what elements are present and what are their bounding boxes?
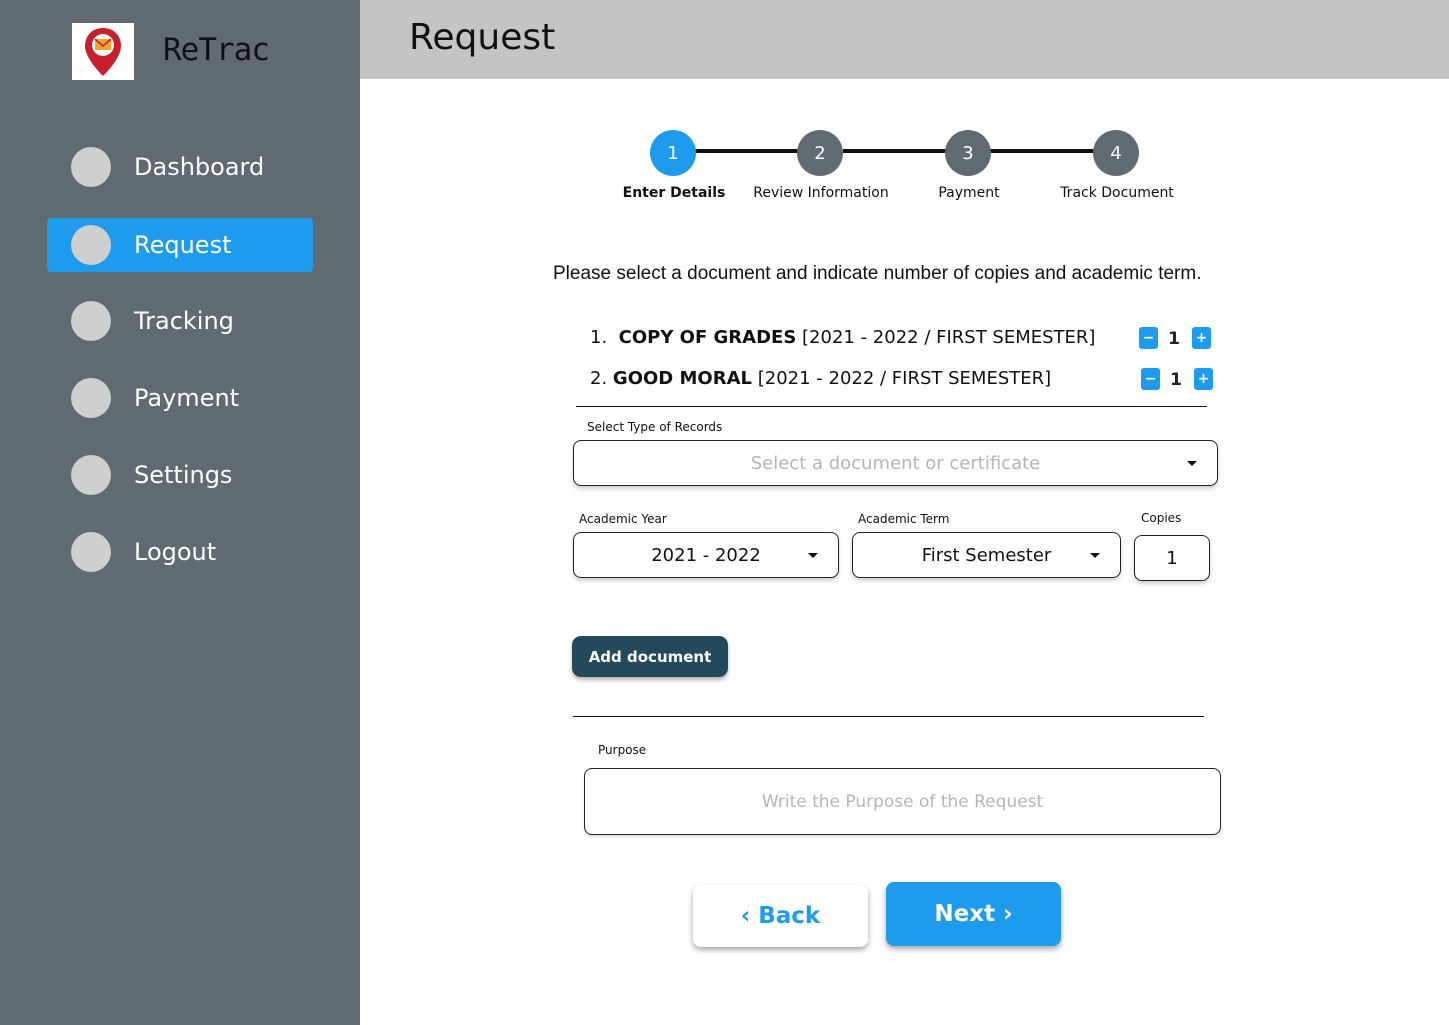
sidebar-item-label: Settings	[134, 461, 233, 489]
sidebar-item-payment[interactable]: Payment	[47, 371, 313, 425]
document-name: GOOD MORAL	[612, 368, 752, 389]
document-index: 1.	[590, 327, 608, 348]
chevron-down-icon	[1187, 461, 1197, 466]
purpose-input[interactable]: Write the Purpose of the Request	[584, 768, 1221, 835]
document-index: 2.	[590, 368, 608, 389]
academic-year-label: Academic Year	[579, 512, 667, 526]
step-1-label: Enter Details	[622, 185, 726, 201]
copies-input[interactable]: 1	[1134, 535, 1210, 581]
back-button[interactable]: ‹ Back	[693, 885, 868, 947]
sidebar: ReTrac Dashboard Request Tracking Paymen…	[0, 0, 360, 1025]
sidebar-item-label: Payment	[134, 384, 240, 412]
app-logo	[72, 23, 134, 80]
academic-year-select[interactable]: 2021 - 2022	[573, 532, 839, 578]
copies-count: 1	[1170, 370, 1182, 390]
step-3-indicator[interactable]: 3	[945, 130, 991, 176]
sidebar-item-label: Request	[134, 231, 232, 259]
step-4-label: Track Document	[1060, 185, 1174, 201]
chevron-down-icon	[808, 553, 818, 558]
instruction-text: Please select a document and indicate nu…	[553, 263, 1202, 284]
next-button[interactable]: Next ›	[886, 882, 1061, 946]
logout-icon	[71, 532, 111, 572]
copies-count: 1	[1168, 329, 1180, 349]
record-type-placeholder: Select a document or certificate	[750, 452, 1041, 474]
sidebar-item-request[interactable]: Request	[47, 218, 313, 272]
map-pin-mail-icon	[85, 27, 121, 76]
header-bar: Request	[360, 0, 1449, 79]
chevron-down-icon	[1090, 553, 1100, 558]
divider	[576, 406, 1207, 407]
stepper-connector	[843, 149, 948, 153]
document-name: COPY OF GRADES	[618, 327, 797, 348]
increment-button[interactable]: +	[1192, 327, 1211, 349]
step-2-indicator[interactable]: 2	[797, 130, 843, 176]
settings-icon	[71, 455, 111, 495]
sidebar-item-label: Dashboard	[134, 153, 265, 181]
purpose-label: Purpose	[598, 743, 647, 757]
stepper-connector	[990, 149, 1096, 153]
divider	[573, 716, 1204, 717]
payment-icon	[71, 378, 111, 418]
document-term: [2021 - 2022 / FIRST SEMESTER]	[802, 327, 1096, 348]
sidebar-item-logout[interactable]: Logout	[47, 525, 313, 579]
tracking-icon	[71, 301, 111, 341]
record-type-select[interactable]: Select a document or certificate	[573, 440, 1218, 486]
sidebar-item-settings[interactable]: Settings	[47, 448, 313, 502]
academic-year-value: 2021 - 2022	[651, 544, 761, 566]
decrement-button[interactable]: −	[1139, 327, 1158, 349]
sidebar-item-label: Tracking	[134, 307, 234, 335]
step-1-indicator[interactable]: 1	[650, 130, 696, 176]
copies-label: Copies	[1141, 511, 1182, 525]
request-icon	[71, 225, 111, 265]
stepper-connector	[695, 149, 800, 153]
add-document-button[interactable]: Add document	[572, 636, 728, 677]
academic-term-value: First Semester	[921, 544, 1052, 566]
document-term: [2021 - 2022 / FIRST SEMESTER]	[757, 368, 1052, 389]
decrement-button[interactable]: −	[1141, 368, 1160, 390]
record-type-label: Select Type of Records	[587, 420, 723, 434]
sidebar-item-dashboard[interactable]: Dashboard	[47, 140, 313, 194]
step-4-indicator[interactable]: 4	[1093, 130, 1139, 176]
sidebar-item-tracking[interactable]: Tracking	[47, 294, 313, 348]
step-2-label: Review Information	[753, 185, 889, 201]
copies-value: 1	[1166, 547, 1178, 569]
academic-term-select[interactable]: First Semester	[852, 532, 1121, 578]
academic-term-label: Academic Term	[858, 512, 950, 526]
list-item: 1. COPY OF GRADES [2021 - 2022 / FIRST S…	[590, 327, 1095, 348]
step-3-label: Payment	[938, 185, 1000, 201]
dashboard-icon	[71, 147, 111, 187]
page-title: Request	[409, 17, 556, 58]
app-name: ReTrac	[163, 32, 270, 68]
list-item: 2. GOOD MORAL [2021 - 2022 / FIRST SEMES…	[590, 368, 1051, 389]
sidebar-item-label: Logout	[134, 538, 217, 566]
purpose-placeholder: Write the Purpose of the Request	[761, 791, 1044, 812]
increment-button[interactable]: +	[1194, 368, 1213, 390]
